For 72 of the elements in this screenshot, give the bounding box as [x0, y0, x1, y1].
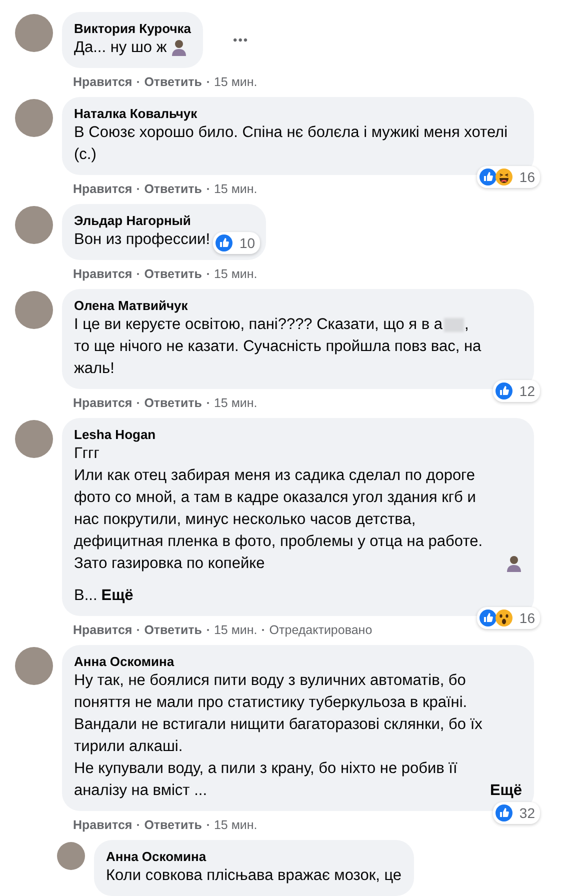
separator-dot [206, 402, 209, 404]
separator-dot [206, 188, 209, 190]
comment-text: Или как отец забирая меня из садика сделал по дороге фото со мной, а там в кадре оказался угол здания кгб и нас покрутили, минус несколько часов детства, дефицитная пленка в фото, проблемы у отца на работе. Зато газировка по копейке [74, 466, 484, 574]
edited-label: Отредактировано [269, 623, 372, 637]
like-link[interactable]: Нравится [73, 623, 132, 637]
comment-text: Не купували воду, а пили з крану, бо ніхто не робив її аналізу на вміст ... [74, 759, 458, 801]
separator-dot [206, 81, 209, 83]
comment-text: В... [74, 586, 98, 606]
timestamp[interactable]: 15 мин. [214, 396, 258, 410]
blurred-word [444, 318, 464, 332]
comment-text: І це ви керуєте освітою, пані???? Сказати, що я в а [74, 315, 442, 335]
author-name[interactable]: Олена Матвийчук [74, 297, 522, 314]
author-name[interactable]: Эльдар Нагорный [74, 212, 210, 229]
reply-link[interactable]: Ответить [144, 267, 202, 281]
reactions-badge[interactable]: 10 [213, 232, 260, 254]
comment-text: Да... ну шо ж [74, 38, 167, 58]
separator-dot [137, 824, 140, 826]
avatar-placeholder[interactable] [15, 647, 53, 685]
timestamp[interactable]: 15 мин. [214, 267, 258, 281]
like-link[interactable]: Нравится [73, 75, 132, 89]
reply-link[interactable]: Ответить [144, 818, 202, 832]
avatar-placeholder[interactable] [15, 291, 53, 329]
comment-text: В Союзє хорошо било. Спіна нє болєла і мужикі меня хотелі (с.) [74, 123, 509, 165]
reaction-count: 10 [239, 235, 256, 251]
separator-dot [137, 188, 140, 190]
see-more-link[interactable]: Ещё [101, 585, 134, 607]
timestamp[interactable]: 15 мин. [214, 623, 258, 637]
comment-text: Коли совкова плісњава вражає мозок, це [106, 866, 402, 886]
comment-text: , [464, 315, 469, 335]
comment-text: Вон из профессии! [74, 230, 210, 250]
separator-dot [137, 81, 140, 83]
separator-dot [206, 629, 209, 631]
like-link[interactable]: Нравится [73, 396, 132, 410]
comment-text: Ну так, не боялися пити воду з вуличних автоматів, бо поняття не мали про статистику туберкульоза в країні. Вандали не встигали нищити багаторазові склянки, бо їх тирили алкаші. [74, 671, 484, 757]
reply-link[interactable]: Ответить [144, 623, 202, 637]
comment-text: Гггг [74, 444, 100, 464]
separator-dot [137, 402, 140, 404]
avatar-placeholder[interactable] [15, 206, 53, 244]
reactions-badge[interactable]: 32 [493, 802, 540, 824]
author-name[interactable]: Виктория Курочка [74, 20, 191, 37]
separator-dot [137, 629, 140, 631]
see-more-link[interactable]: Ещё [490, 780, 522, 802]
reactions-badge[interactable]: 12 [493, 380, 540, 402]
timestamp[interactable]: 15 мин. [214, 182, 258, 196]
reactions-badge[interactable]: 16 [477, 166, 540, 188]
timestamp[interactable]: 15 мин. [214, 818, 258, 832]
timestamp[interactable]: 15 мин. [214, 75, 258, 89]
avatar-placeholder[interactable] [15, 99, 53, 137]
reply-link[interactable]: Ответить [144, 182, 202, 196]
reaction-count: 16 [519, 610, 535, 626]
separator-dot [206, 273, 209, 275]
more-options-button[interactable]: ••• [233, 33, 249, 47]
separator-dot [206, 824, 209, 826]
separator-dot [262, 629, 264, 631]
avatar-placeholder[interactable] [15, 14, 53, 52]
reply-link[interactable]: Ответить [144, 75, 202, 89]
author-name[interactable]: Анна Оскомина [106, 848, 402, 865]
reaction-count: 16 [519, 169, 535, 185]
comment-text: то ще нічого не казати. Сучасність пройшла повз вас, на жаль! [74, 337, 482, 379]
reply-link[interactable]: Ответить [144, 396, 202, 410]
author-name[interactable]: Lesha Hogan [74, 426, 522, 443]
author-name[interactable]: Анна Оскомина [74, 653, 522, 670]
separator-dot [137, 273, 140, 275]
avatar-placeholder[interactable] [57, 842, 85, 870]
avatar-placeholder[interactable] [15, 420, 53, 458]
like-link[interactable]: Нравится [73, 818, 132, 832]
reaction-count: 12 [519, 383, 535, 399]
like-link[interactable]: Нравится [73, 267, 132, 281]
reaction-count: 32 [519, 805, 535, 821]
like-link[interactable]: Нравится [73, 182, 132, 196]
reactions-badge[interactable]: 16 [477, 607, 540, 629]
author-name[interactable]: Наталка Ковальчук [74, 105, 522, 122]
